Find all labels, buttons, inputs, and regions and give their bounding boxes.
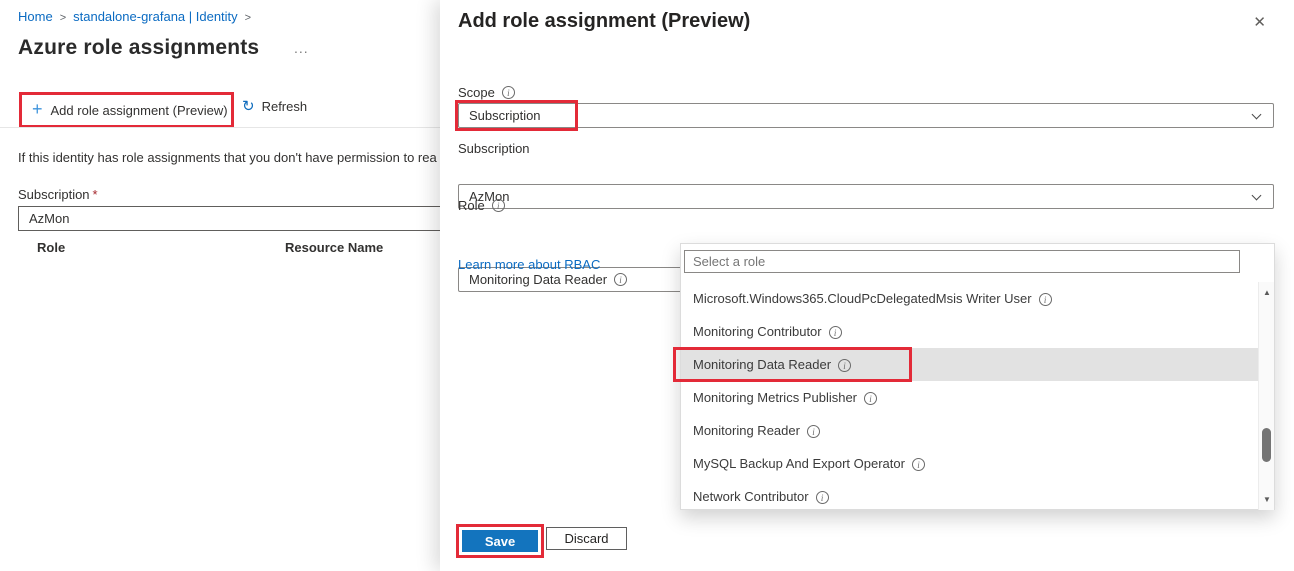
info-icon[interactable]: i xyxy=(492,199,505,212)
panel-subscription-label: Subscription xyxy=(458,141,530,156)
info-icon[interactable]: i xyxy=(816,491,829,504)
breadcrumb-home-link[interactable]: Home xyxy=(18,9,53,24)
subscription-label: Subscription* xyxy=(18,187,98,202)
toolbar-divider xyxy=(0,127,441,128)
scrollbar-thumb[interactable] xyxy=(1262,428,1271,462)
subscription-select[interactable]: AzMon xyxy=(18,206,442,231)
role-option[interactable]: Monitoring Metrics Publisheri xyxy=(681,381,1259,414)
info-icon[interactable]: i xyxy=(1039,293,1052,306)
page-title: Azure role assignments xyxy=(18,36,259,60)
refresh-label: Refresh xyxy=(262,99,308,114)
info-icon[interactable]: i xyxy=(912,458,925,471)
role-option-selected[interactable]: Monitoring Data Readeri xyxy=(681,348,1259,381)
learn-more-rbac-link[interactable]: Learn more about RBAC xyxy=(458,257,600,272)
add-role-assignment-label: Add role assignment (Preview) xyxy=(51,103,228,118)
scope-select[interactable]: Subscription xyxy=(458,103,1274,128)
role-option[interactable]: Network Contributori xyxy=(681,480,1259,513)
role-option[interactable]: MySQL Backup And Export Operatori xyxy=(681,447,1259,480)
table-header-role: Role xyxy=(37,240,65,255)
breadcrumb-identity-link[interactable]: standalone-grafana | Identity xyxy=(73,9,238,24)
flyout-scrollbar[interactable]: ▲ ▼ xyxy=(1258,282,1274,510)
chevron-down-icon xyxy=(1252,191,1262,201)
refresh-icon: ↻ xyxy=(242,99,255,114)
role-option[interactable]: Microsoft.Windows365.CloudPcDelegatedMsi… xyxy=(681,282,1259,315)
add-role-assignment-button[interactable]: + Add role assignment (Preview) xyxy=(19,92,234,128)
panel-title: Add role assignment (Preview) xyxy=(458,10,750,33)
breadcrumb-separator-icon: > xyxy=(245,12,251,24)
breadcrumb-separator-icon: > xyxy=(60,12,66,24)
info-icon[interactable]: i xyxy=(807,425,820,438)
scope-label: Scopei xyxy=(458,85,515,100)
role-options-list: Microsoft.Windows365.CloudPcDelegatedMsi… xyxy=(681,282,1259,513)
more-options-icon[interactable]: ... xyxy=(294,40,309,56)
chevron-down-icon xyxy=(1252,110,1262,120)
highlight-box-save: Save xyxy=(456,524,544,558)
scroll-down-icon[interactable]: ▼ xyxy=(1259,495,1275,504)
info-icon[interactable]: i xyxy=(614,273,627,286)
save-button[interactable]: Save xyxy=(462,530,538,552)
info-icon[interactable]: i xyxy=(838,359,851,372)
discard-button[interactable]: Discard xyxy=(546,527,627,550)
plus-icon: + xyxy=(32,99,43,120)
info-icon[interactable]: i xyxy=(864,392,877,405)
breadcrumb: Home > standalone-grafana | Identity > xyxy=(18,9,258,24)
role-option[interactable]: Monitoring Readeri xyxy=(681,414,1259,447)
role-label: Rolei xyxy=(458,198,505,213)
role-option[interactable]: Monitoring Contributori xyxy=(681,315,1259,348)
refresh-button[interactable]: ↻ Refresh xyxy=(242,99,307,114)
permission-info-text: If this identity has role assignments th… xyxy=(18,150,441,165)
close-icon[interactable]: ✕ xyxy=(1253,13,1266,31)
info-icon[interactable]: i xyxy=(502,86,515,99)
panel-subscription-select[interactable]: AzMon xyxy=(458,184,1274,209)
required-asterisk: * xyxy=(93,187,98,202)
role-dropdown-flyout: Microsoft.Windows365.CloudPcDelegatedMsi… xyxy=(680,243,1275,510)
info-icon[interactable]: i xyxy=(829,326,842,339)
table-header-resource-name: Resource Name xyxy=(285,240,383,255)
scroll-up-icon[interactable]: ▲ xyxy=(1259,288,1275,297)
role-search-input[interactable] xyxy=(684,250,1240,273)
